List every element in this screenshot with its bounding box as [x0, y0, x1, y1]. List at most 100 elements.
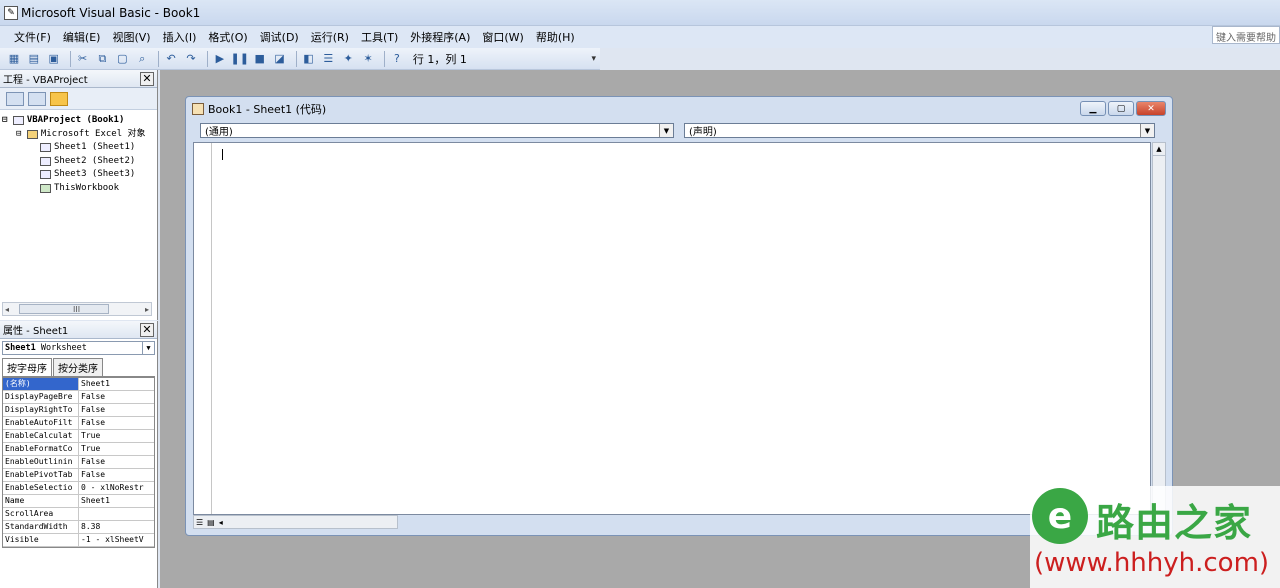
help-icon[interactable]: ?: [389, 51, 405, 67]
scroll-up-icon[interactable]: ▲: [1153, 143, 1165, 156]
object-browser-icon[interactable]: ✦: [340, 51, 356, 67]
scroll-thumb[interactable]: [19, 304, 109, 314]
collapse-icon[interactable]: ⊟: [16, 128, 27, 142]
menu-format[interactable]: 格式(O): [208, 29, 247, 45]
save-icon[interactable]: ▣: [46, 51, 62, 67]
tab-categorized[interactable]: 按分类序: [53, 358, 103, 376]
property-row[interactable]: EnablePivotTab False: [3, 469, 154, 482]
properties-title: 属性 - Sheet1: [3, 326, 69, 337]
menu-help[interactable]: 帮助(H): [536, 29, 575, 45]
menu-view[interactable]: 视图(V): [112, 29, 150, 45]
sheet-icon: [40, 143, 51, 153]
chevron-down-icon[interactable]: ▼: [659, 124, 673, 137]
break-icon[interactable]: ❚❚: [231, 51, 249, 67]
procedure-view-icon[interactable]: ☰: [196, 518, 203, 527]
property-row[interactable]: EnableFormatCo True: [3, 443, 154, 456]
menu-insert[interactable]: 插入(I): [163, 29, 197, 45]
brand-logo: e: [1032, 488, 1088, 544]
close-icon[interactable]: ✕: [140, 71, 154, 86]
property-row[interactable]: (名称) Sheet1: [3, 378, 154, 391]
minimize-icon[interactable]: ▁: [1080, 101, 1106, 116]
property-row[interactable]: Name Sheet1: [3, 495, 154, 508]
menu-edit[interactable]: 编辑(E): [63, 29, 101, 45]
find-icon[interactable]: ⌕: [134, 51, 150, 67]
tree-item[interactable]: Sheet1 (Sheet1): [2, 141, 155, 155]
scroll-left-icon[interactable]: ◂: [5, 305, 9, 314]
property-row[interactable]: StandardWidth 8.38: [3, 521, 154, 534]
toolbar-separator: [206, 50, 208, 67]
close-icon[interactable]: ✕: [140, 322, 154, 337]
cut-icon[interactable]: ✂: [75, 51, 91, 67]
object-combo[interactable]: (通用) ▼: [200, 123, 674, 138]
menu-window[interactable]: 窗口(W): [482, 29, 523, 45]
view-excel-icon[interactable]: ▦: [6, 51, 22, 67]
properties-window-icon[interactable]: ☰: [320, 51, 336, 67]
menu-file[interactable]: 文件(F): [14, 29, 51, 45]
toolbar-separator: [69, 50, 71, 67]
paste-icon[interactable]: ▢: [114, 51, 130, 67]
property-row[interactable]: EnableCalculat True: [3, 430, 154, 443]
editor-hscroll[interactable]: ☰ ▤ ◂: [193, 515, 398, 529]
tree-item[interactable]: Sheet2 (Sheet2): [2, 155, 155, 169]
text-caret: [222, 149, 223, 160]
run-icon[interactable]: ▶: [212, 51, 228, 67]
tree-item[interactable]: Sheet3 (Sheet3): [2, 168, 155, 182]
code-window-title: Book1 - Sheet1 (代码): [208, 103, 327, 116]
window-controls: ▁ ▢ ✕: [1078, 101, 1166, 116]
object-selector[interactable]: Sheet1 Worksheet ▼: [2, 341, 155, 355]
reset-icon[interactable]: ■: [252, 51, 268, 67]
property-row[interactable]: DisplayRightTo False: [3, 404, 154, 417]
chevron-down-icon[interactable]: ▼: [1140, 124, 1154, 137]
property-row[interactable]: Visible -1 - xlSheetV: [3, 534, 154, 547]
margin-indicator-bar[interactable]: [194, 143, 212, 514]
close-icon[interactable]: ✕: [1136, 101, 1166, 116]
toolbar-separator: [384, 50, 385, 67]
project-explorer-icon[interactable]: ◧: [301, 51, 317, 67]
property-row[interactable]: ScrollArea: [3, 508, 154, 521]
tree-folder[interactable]: ⊟ Microsoft Excel 对象: [2, 128, 155, 142]
property-row[interactable]: EnableOutlinin False: [3, 456, 154, 469]
view-object-icon[interactable]: [28, 91, 46, 106]
toolbox-icon[interactable]: ✶: [360, 51, 376, 67]
collapse-icon[interactable]: ⊟: [2, 114, 13, 128]
code-window-titlebar: Book1 - Sheet1 (代码): [186, 97, 1172, 121]
project-explorer: 工程 - VBAProject ✕ ⊟ VBAProject (Book1) ⊟…: [0, 70, 158, 320]
copy-icon[interactable]: ⧉: [95, 51, 111, 67]
standard-toolbar: ▦ ▤ ▣ ✂ ⧉ ▢ ⌕ ↶ ↷ ▶ ❚❚ ■ ◪ ◧ ☰ ✦ ✶ ? 行 1…: [0, 48, 600, 70]
scroll-left-icon[interactable]: ◂: [219, 518, 223, 527]
scroll-right-icon[interactable]: ▸: [145, 305, 149, 314]
code-editor[interactable]: [193, 142, 1151, 515]
code-combos: (通用) ▼ (声明) ▼: [200, 123, 1165, 139]
chevron-down-icon[interactable]: ▼: [142, 342, 154, 354]
property-row[interactable]: DisplayPageBre False: [3, 391, 154, 404]
toggle-folders-icon[interactable]: [50, 91, 68, 106]
properties-grid: (名称) Sheet1 DisplayPageBre False DisplayRi…: [2, 377, 155, 548]
redo-icon[interactable]: ↷: [183, 51, 199, 67]
window-title: Microsoft Visual Basic - Book1: [21, 5, 201, 20]
menu-debug[interactable]: 调试(D): [260, 29, 299, 45]
menu-addins[interactable]: 外接程序(A): [410, 29, 470, 45]
code-window: Book1 - Sheet1 (代码) ▁ ▢ ✕ (通用) ▼ (声明) ▼ …: [185, 96, 1173, 536]
menu-run[interactable]: 运行(R): [311, 29, 349, 45]
menu-tools[interactable]: 工具(T): [361, 29, 398, 45]
design-mode-icon[interactable]: ◪: [272, 51, 288, 67]
project-toolbar: [0, 88, 157, 110]
full-module-view-icon[interactable]: ▤: [207, 518, 215, 527]
help-search-input[interactable]: 键入需要帮助: [1212, 26, 1280, 44]
insert-module-icon[interactable]: ▤: [26, 51, 42, 67]
view-code-icon[interactable]: [6, 91, 24, 106]
toolbar-options-icon[interactable]: ▾: [591, 54, 596, 64]
property-row[interactable]: EnableSelectio 0 - xlNoRestr: [3, 482, 154, 495]
maximize-icon[interactable]: ▢: [1108, 101, 1134, 116]
editor-vscroll[interactable]: ▲: [1152, 142, 1166, 515]
tab-alphabetic[interactable]: 按字母序: [2, 358, 52, 376]
property-row[interactable]: EnableAutoFilt False: [3, 417, 154, 430]
properties-tabs: 按字母序 按分类序: [2, 358, 155, 377]
undo-icon[interactable]: ↶: [163, 51, 179, 67]
tree-item[interactable]: ThisWorkbook: [2, 182, 155, 196]
project-hscroll[interactable]: ◂ III ▸: [2, 302, 152, 316]
properties-window: 属性 - Sheet1 ✕ Sheet1 Worksheet ▼ 按字母序 按分…: [0, 321, 158, 588]
menu-bar: 文件(F) 编辑(E) 视图(V) 插入(I) 格式(O) 调试(D) 运行(R…: [0, 26, 1280, 48]
procedure-combo[interactable]: (声明) ▼: [684, 123, 1155, 138]
tree-root[interactable]: ⊟ VBAProject (Book1): [2, 114, 155, 128]
